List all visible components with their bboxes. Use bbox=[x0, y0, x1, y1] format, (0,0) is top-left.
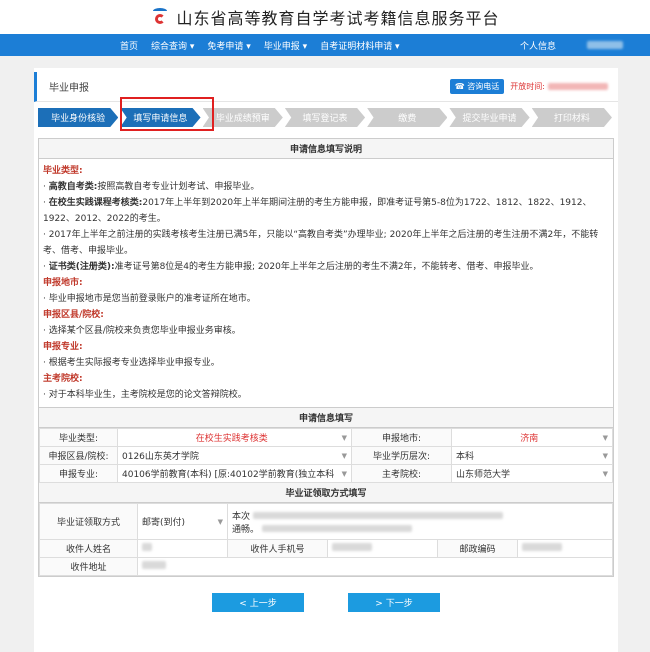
address-field[interactable] bbox=[137, 557, 613, 576]
chevron-down-icon: ▼ bbox=[602, 433, 608, 442]
prev-button[interactable]: < 上一步 bbox=[212, 593, 304, 612]
step-verify: 毕业身份核验 bbox=[38, 108, 119, 127]
grad-type-select[interactable]: 在校生实践考核类 ▼ bbox=[117, 428, 352, 447]
open-time: 开放时间: bbox=[510, 81, 608, 92]
city-heading: 申报地市: bbox=[43, 278, 83, 288]
step-print: 打印材料 bbox=[531, 108, 612, 127]
application-form: 毕业类型: 在校生实践考核类 ▼ 申报地市: 济南 ▼ 申报区县/院校: 0126山… bbox=[39, 428, 613, 483]
chevron-down-icon: ▼ bbox=[341, 469, 347, 478]
uni-heading: 主考院校: bbox=[43, 374, 83, 384]
delivery-method-select[interactable]: 邮寄(到付) ▼ bbox=[137, 503, 228, 540]
recipient-phone-field[interactable] bbox=[327, 539, 438, 558]
step-pay: 缴费 bbox=[367, 108, 448, 127]
instructions-body: 毕业类型: · 高教自考类:按照高教自考专业计划考试、申报毕业。 · 在校生实践… bbox=[39, 159, 613, 407]
nav-graduation[interactable]: 毕业申报 ▾ bbox=[264, 39, 307, 52]
chevron-down-icon: ▼ bbox=[341, 451, 347, 460]
university-select[interactable]: 山东师范大学 ▼ bbox=[451, 464, 613, 483]
instructions-box: 申请信息填写说明 毕业类型: · 高教自考类:按照高教自考专业计划考试、申报毕业… bbox=[38, 138, 614, 577]
top-nav: 首页 综合查询 ▾ 免考申请 ▾ 毕业申报 ▾ 自考证明材料申请 ▾ 个人信息 bbox=[0, 34, 650, 56]
form-title: 申请信息填写 bbox=[39, 407, 613, 428]
chevron-down-icon: ▼ bbox=[602, 451, 608, 460]
page-title: 毕业申报 bbox=[49, 83, 89, 94]
city-select[interactable]: 济南 ▼ bbox=[451, 428, 613, 447]
site-title: 山东省高等教育自学考试考籍信息服务平台 bbox=[176, 9, 500, 28]
major-heading: 申报专业: bbox=[43, 342, 83, 352]
site-header: 山东省高等教育自学考试考籍信息服务平台 bbox=[0, 0, 650, 34]
zip-code-field[interactable] bbox=[517, 539, 613, 558]
nav-certificate[interactable]: 自考证明材料申请 ▾ bbox=[320, 39, 399, 52]
district-select[interactable]: 0126山东英才学院 ▼ bbox=[117, 446, 352, 465]
instructions-title: 申请信息填写说明 bbox=[39, 139, 613, 159]
delivery-form: 毕业证领取方式 邮寄(到付) ▼ 本次 通畅。 收件人姓名 收件人手机号 邮政编码… bbox=[39, 503, 613, 576]
major-select[interactable]: 40106学前教育(本科) [原:40102学前教育(独立本科 ▼ bbox=[117, 464, 352, 483]
phone-badge[interactable]: ☎ 咨询电话 bbox=[449, 79, 505, 94]
logo-icon bbox=[150, 6, 170, 28]
district-heading: 申报区县/院校: bbox=[43, 310, 104, 320]
nav-home[interactable]: 首页 bbox=[120, 39, 138, 52]
chevron-down-icon: ▼ bbox=[602, 469, 608, 478]
next-button[interactable]: > 下一步 bbox=[348, 593, 440, 612]
nav-buttons: < 上一步 > 下一步 bbox=[34, 593, 618, 612]
delivery-note: 本次 通畅。 bbox=[227, 503, 613, 540]
recipient-name-field[interactable] bbox=[137, 539, 228, 558]
nav-query[interactable]: 综合查询 ▾ bbox=[151, 39, 194, 52]
main-panel: 毕业申报 ☎ 咨询电话 开放时间: 毕业身份核验 填写申请信息 毕业成绩预审 填… bbox=[34, 68, 618, 652]
user-name-redacted[interactable] bbox=[587, 41, 623, 49]
step-register: 填写登记表 bbox=[284, 108, 366, 127]
level-select[interactable]: 本科 ▼ bbox=[451, 446, 613, 465]
step-precheck: 毕业成绩预审 bbox=[202, 108, 283, 127]
step-submit: 提交毕业申请 bbox=[449, 108, 530, 127]
chevron-down-icon: ▼ bbox=[217, 517, 223, 526]
current-step-highlight bbox=[120, 97, 214, 131]
delivery-title: 毕业证领取方式填写 bbox=[39, 483, 613, 503]
nav-personal-info[interactable]: 个人信息 bbox=[520, 39, 556, 52]
chevron-down-icon: ▼ bbox=[341, 433, 347, 442]
nav-exempt[interactable]: 免考申请 ▾ bbox=[207, 39, 250, 52]
type-heading: 毕业类型: bbox=[43, 166, 83, 176]
